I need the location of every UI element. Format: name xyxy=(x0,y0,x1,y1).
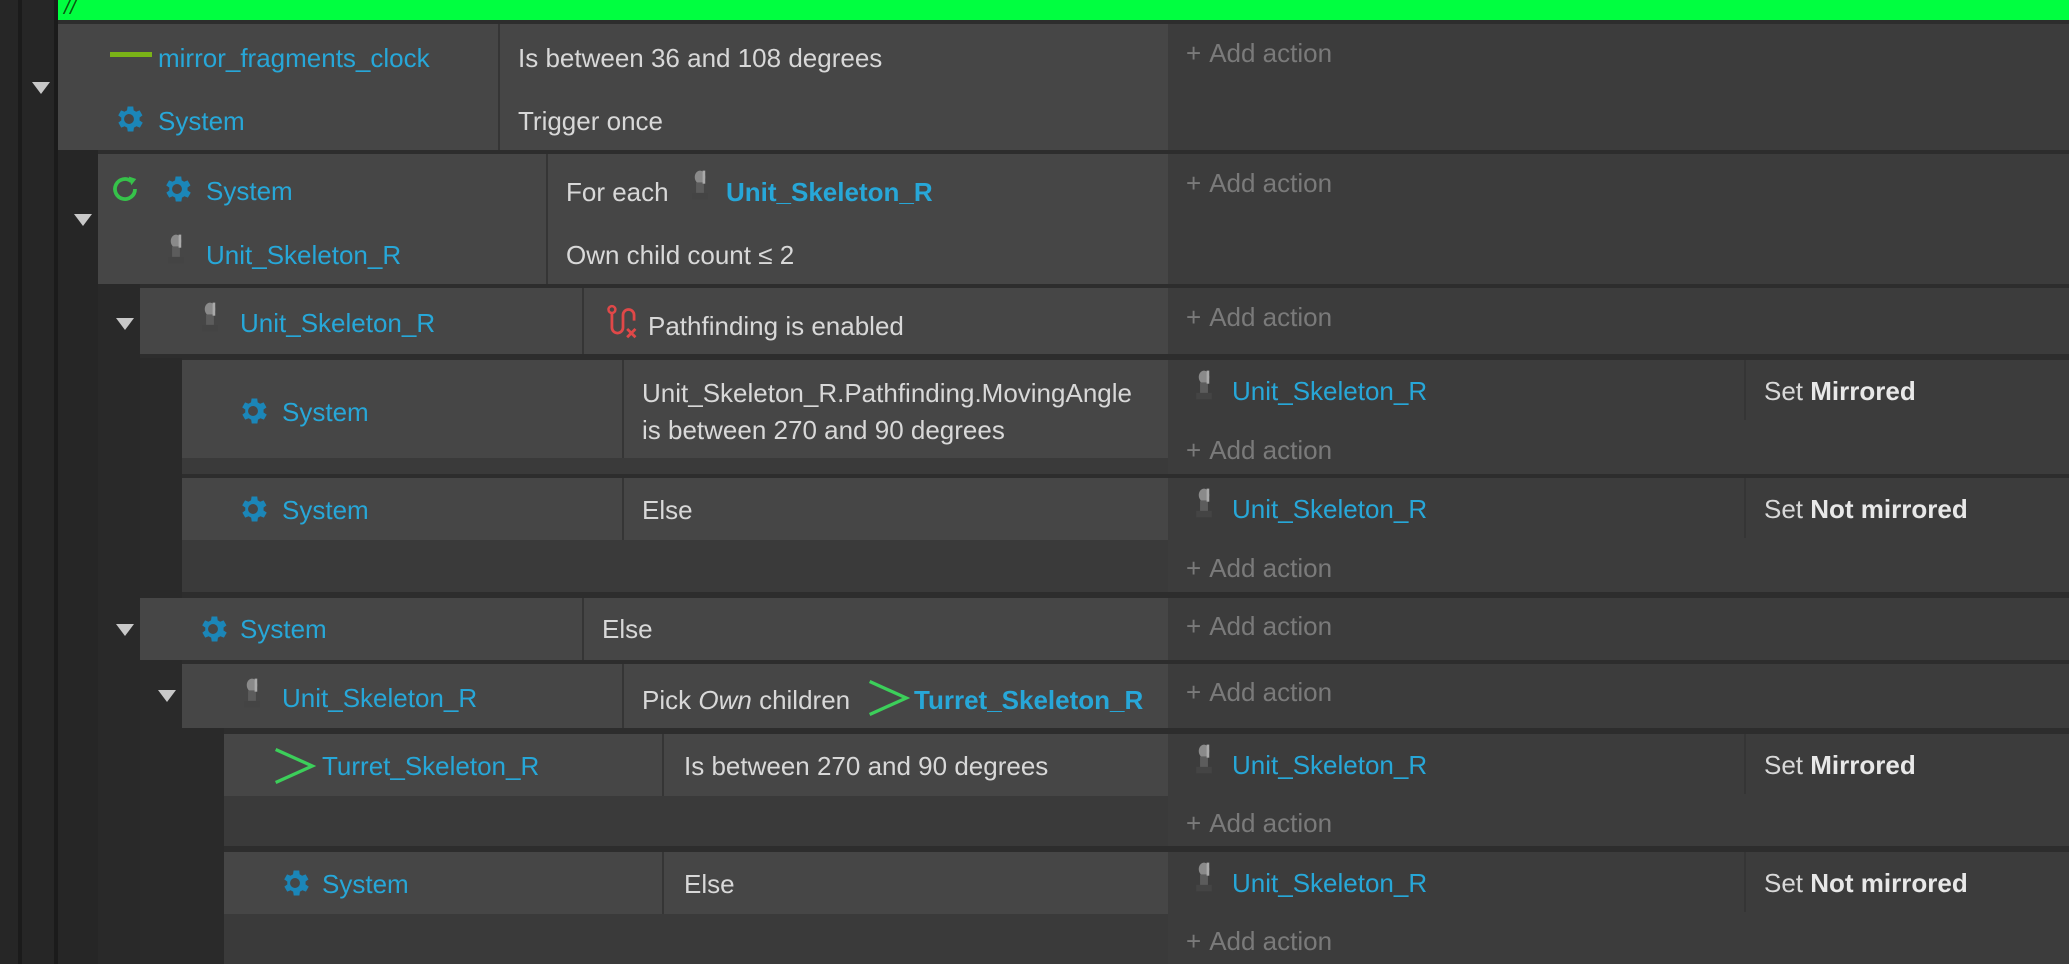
plus-icon: + xyxy=(1186,168,1202,198)
condition-object[interactable]: System xyxy=(206,176,293,206)
collapse-toggle-icon[interactable] xyxy=(116,624,134,636)
condition-object[interactable]: Unit_Skeleton_R xyxy=(240,308,435,338)
add-action-button[interactable]: + Add action xyxy=(1186,38,1332,68)
condition-object[interactable]: System xyxy=(158,106,245,136)
plus-icon: + xyxy=(1186,677,1202,707)
collapse-toggle-icon[interactable] xyxy=(116,318,134,330)
condition-text[interactable]: Is between 270 and 90 degrees xyxy=(684,751,1048,781)
condition-text[interactable]: Trigger once xyxy=(518,106,663,136)
add-action-button[interactable]: + Add action xyxy=(1186,168,1332,198)
condition-object[interactable]: Turret_Skeleton_R xyxy=(322,751,539,781)
collapse-toggle-icon[interactable] xyxy=(32,82,50,94)
nest-gutter xyxy=(58,150,98,964)
condition-text[interactable]: Pathfinding is enabled xyxy=(648,311,904,341)
action-object[interactable]: Unit_Skeleton_R xyxy=(1232,868,1427,898)
plus-icon: + xyxy=(1186,38,1202,68)
add-action-button[interactable]: + Add action xyxy=(1186,808,1332,838)
event-spacer xyxy=(224,914,1168,964)
condition-object[interactable]: mirror_fragments_clock xyxy=(158,43,430,73)
condition-text[interactable]: Is between 36 and 108 degrees xyxy=(518,43,882,73)
nest-gutter xyxy=(140,358,182,964)
condition-object[interactable]: System xyxy=(282,495,369,525)
add-action-button[interactable]: + Add action xyxy=(1186,611,1332,641)
add-action-button[interactable]: + Add action xyxy=(1186,435,1332,465)
column-divider xyxy=(546,154,548,284)
add-action-button[interactable]: + Add action xyxy=(1186,553,1332,583)
condition-object[interactable]: System xyxy=(322,869,409,899)
skeleton-sprite-icon xyxy=(1196,488,1212,518)
column-divider xyxy=(1744,734,1746,794)
pathfinding-icon xyxy=(607,304,637,339)
column-divider xyxy=(622,478,624,540)
event-spacer xyxy=(182,540,1168,592)
column-divider xyxy=(662,852,664,914)
action-object[interactable]: Unit_Skeleton_R xyxy=(1232,494,1427,524)
timeline-object-icon xyxy=(110,52,152,57)
gear-icon xyxy=(242,398,267,424)
condition-text-line1[interactable]: Unit_Skeleton_R.Pathfinding.MovingAngle xyxy=(642,378,1132,408)
column-divider xyxy=(1744,478,1746,538)
skeleton-sprite-icon xyxy=(1196,744,1212,774)
gutter-line xyxy=(18,0,22,964)
condition-object[interactable]: Unit_Skeleton_R xyxy=(282,683,477,713)
turret-behavior-icon xyxy=(868,679,910,717)
condition-object[interactable]: Unit_Skeleton_R xyxy=(206,240,401,270)
plus-icon: + xyxy=(1186,302,1202,332)
add-action-button[interactable]: + Add action xyxy=(1186,677,1332,707)
condition-text[interactable]: Else xyxy=(684,869,735,899)
gear-icon xyxy=(118,106,143,132)
condition-text-line2[interactable]: is between 270 and 90 degrees xyxy=(642,415,1005,445)
event-sheet-gutter xyxy=(0,0,58,964)
skeleton-sprite-icon xyxy=(168,234,184,264)
condition-text[interactable]: Own child count ≤ 2 xyxy=(566,240,794,270)
column-divider xyxy=(622,360,624,458)
comment-bar[interactable]: // xyxy=(58,0,2069,20)
column-divider xyxy=(1744,852,1746,912)
skeleton-sprite-icon xyxy=(692,170,708,200)
collapse-toggle-icon[interactable] xyxy=(158,690,176,702)
condition-object[interactable]: System xyxy=(240,614,327,644)
plus-icon: + xyxy=(1186,435,1202,465)
column-divider xyxy=(662,734,664,796)
action-text[interactable]: Set Not mirrored xyxy=(1764,494,1968,524)
condition-object[interactable]: System xyxy=(282,397,369,427)
plus-icon: + xyxy=(1186,926,1202,956)
event-spacer xyxy=(182,458,1168,474)
action-object[interactable]: Unit_Skeleton_R xyxy=(1232,376,1427,406)
condition-parameter[interactable]: Turret_Skeleton_R xyxy=(914,685,1143,715)
skeleton-sprite-icon xyxy=(1196,862,1212,892)
plus-icon: + xyxy=(1186,808,1202,838)
collapse-toggle-icon[interactable] xyxy=(74,214,92,226)
turret-behavior-icon xyxy=(274,747,316,785)
action-text[interactable]: Set Not mirrored xyxy=(1764,868,1968,898)
column-divider xyxy=(1744,360,1746,420)
nest-gutter xyxy=(182,728,224,964)
condition-text[interactable]: Else xyxy=(602,614,653,644)
column-divider xyxy=(498,24,500,150)
action-object[interactable]: Unit_Skeleton_R xyxy=(1232,750,1427,780)
gear-icon xyxy=(202,616,227,642)
plus-icon: + xyxy=(1186,553,1202,583)
condition-text[interactable]: Else xyxy=(642,495,693,525)
condition-parameter[interactable]: Unit_Skeleton_R xyxy=(726,177,933,207)
action-text[interactable]: Set Mirrored xyxy=(1764,750,1916,780)
add-action-button[interactable]: + Add action xyxy=(1186,302,1332,332)
skeleton-sprite-icon xyxy=(244,678,260,708)
loop-icon xyxy=(113,176,137,201)
column-divider xyxy=(622,664,624,728)
condition-text[interactable]: Pick Own children xyxy=(642,685,850,715)
column-divider xyxy=(582,598,584,660)
column-divider xyxy=(582,288,584,354)
add-action-button[interactable]: + Add action xyxy=(1186,926,1332,956)
gear-icon xyxy=(284,870,309,896)
gear-icon xyxy=(166,176,191,202)
plus-icon: + xyxy=(1186,611,1202,641)
comment-text: // xyxy=(64,0,77,19)
gear-icon xyxy=(242,496,267,522)
skeleton-sprite-icon xyxy=(202,302,218,332)
action-text[interactable]: Set Mirrored xyxy=(1764,376,1916,406)
skeleton-sprite-icon xyxy=(1196,370,1212,400)
event-spacer xyxy=(224,796,1168,846)
condition-text[interactable]: For each xyxy=(566,177,669,207)
